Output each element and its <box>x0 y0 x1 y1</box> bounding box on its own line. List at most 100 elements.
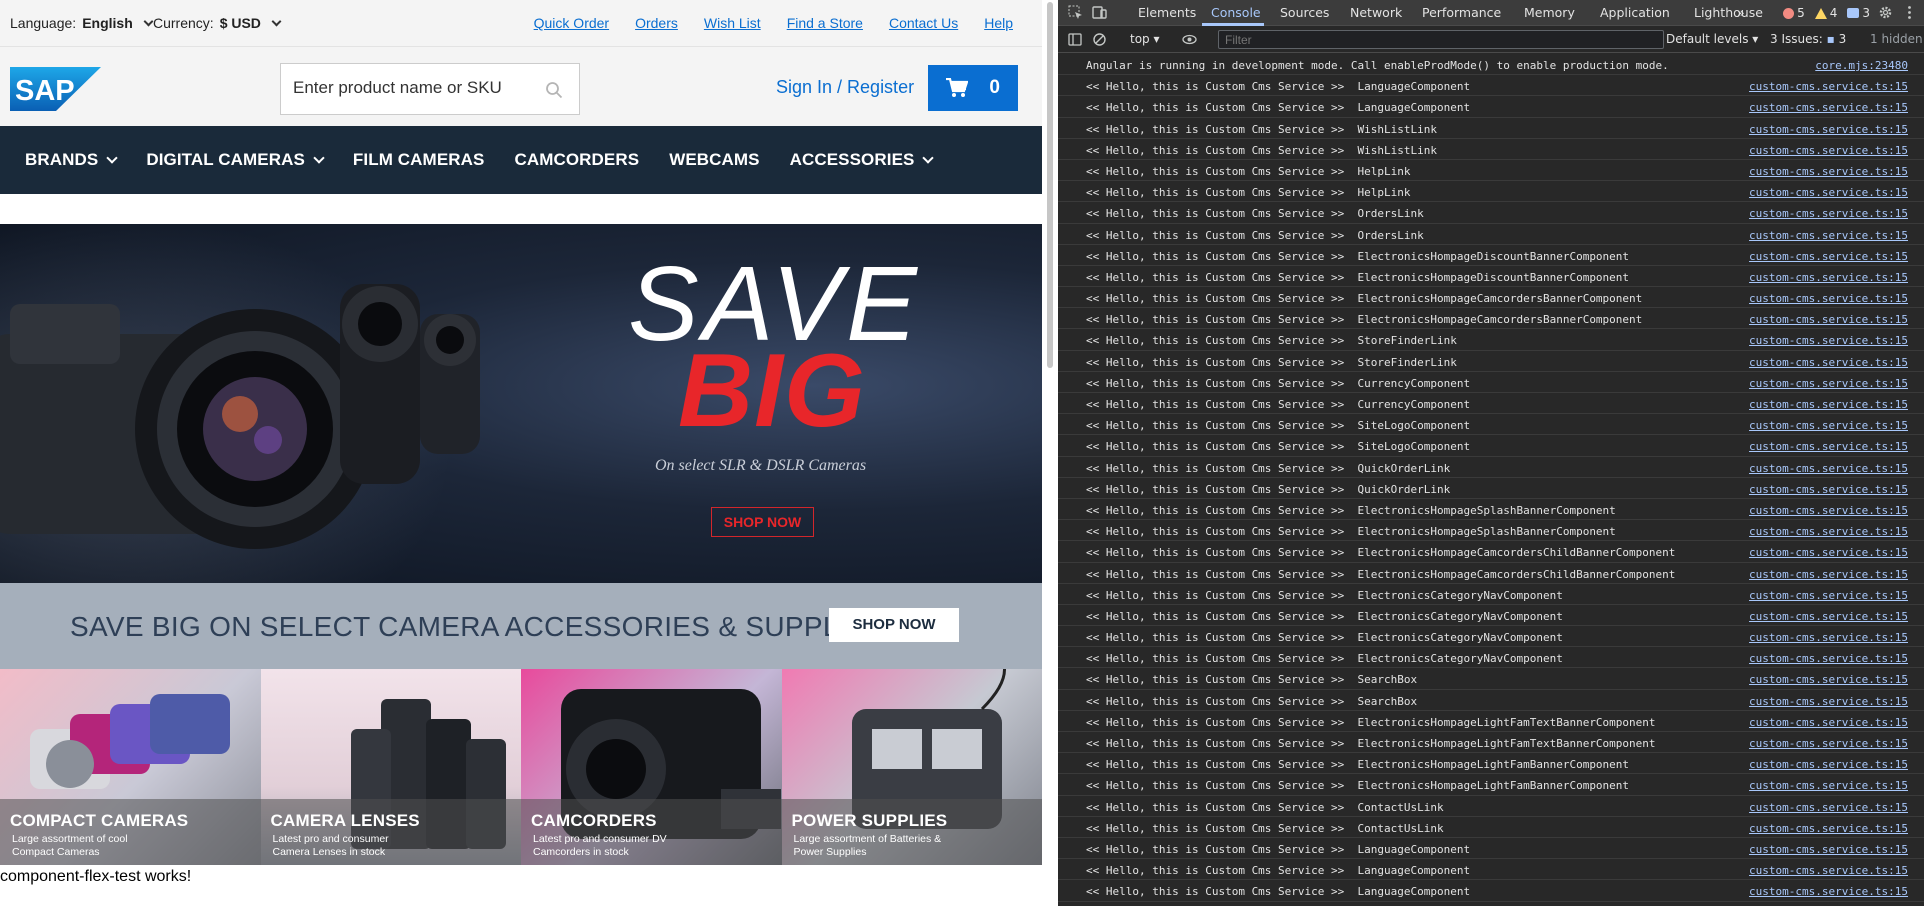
wish-list-link[interactable]: Wish List <box>704 15 761 31</box>
page-scrollbar-thumb[interactable] <box>1047 2 1053 368</box>
search-input[interactable] <box>293 78 523 98</box>
console-source-link[interactable]: custom-cms.service.ts:15 <box>1749 843 1908 856</box>
storefront-page: Language: English Currency: $ USD Quick … <box>0 0 1042 906</box>
console-source-link[interactable]: custom-cms.service.ts:15 <box>1749 229 1908 242</box>
tab-network[interactable]: Network <box>1350 5 1402 20</box>
console-source-link[interactable]: custom-cms.service.ts:15 <box>1749 568 1908 581</box>
console-source-link[interactable]: custom-cms.service.ts:15 <box>1749 652 1908 665</box>
tab-sources[interactable]: Sources <box>1280 5 1329 20</box>
console-source-link[interactable]: custom-cms.service.ts:15 <box>1749 673 1908 686</box>
console-source-link[interactable]: custom-cms.service.ts:15 <box>1749 419 1908 432</box>
tile-camera-lenses[interactable]: CAMERA LENSES Latest pro and consumer Ca… <box>260 669 521 865</box>
context-selector[interactable]: top ▾ <box>1130 32 1160 46</box>
console-source-link[interactable]: custom-cms.service.ts:15 <box>1749 716 1908 729</box>
console-source-link[interactable]: custom-cms.service.ts:15 <box>1749 101 1908 114</box>
console-source-link[interactable]: custom-cms.service.ts:15 <box>1749 186 1908 199</box>
tile-power-supplies[interactable]: POWER SUPPLIES Large assortment of Batte… <box>781 669 1042 865</box>
info-counter[interactable]: 3 <box>1847 6 1870 20</box>
nav-item-brands[interactable]: BRANDS <box>25 150 118 170</box>
more-options-icon[interactable] <box>1902 5 1917 20</box>
warning-counter[interactable]: 4 <box>1814 6 1837 20</box>
console-source-link[interactable]: custom-cms.service.ts:15 <box>1749 250 1908 263</box>
currency-selector[interactable]: Currency: $ USD <box>153 15 282 31</box>
tab-elements[interactable]: Elements <box>1138 5 1196 20</box>
console-source-link[interactable]: custom-cms.service.ts:15 <box>1749 589 1908 602</box>
orders-link[interactable]: Orders <box>635 15 678 31</box>
live-expression-eye-icon[interactable] <box>1182 32 1197 47</box>
console-source-link[interactable]: custom-cms.service.ts:15 <box>1749 864 1908 877</box>
hero-shop-now-button[interactable]: SHOP NOW <box>711 507 814 537</box>
promo-shop-now-button[interactable]: SHOP NOW <box>829 608 959 642</box>
console-source-link[interactable]: custom-cms.service.ts:15 <box>1749 885 1908 898</box>
console-source-link[interactable]: custom-cms.service.ts:15 <box>1749 737 1908 750</box>
promo-banner[interactable]: SAVE BIG ON SELECT CAMERA ACCESSORIES & … <box>0 583 1042 669</box>
console-source-link[interactable]: custom-cms.service.ts:15 <box>1749 292 1908 305</box>
error-counter[interactable]: 5 <box>1783 6 1805 20</box>
quick-order-link[interactable]: Quick Order <box>534 15 609 31</box>
nav-item-label: CAMCORDERS <box>514 150 640 169</box>
console-source-link[interactable]: custom-cms.service.ts:15 <box>1749 334 1908 347</box>
nav-item-digital-cameras[interactable]: DIGITAL CAMERAS <box>146 150 325 170</box>
console-source-link[interactable]: custom-cms.service.ts:15 <box>1749 80 1908 93</box>
console-source-link[interactable]: custom-cms.service.ts:15 <box>1749 440 1908 453</box>
console-source-link[interactable]: custom-cms.service.ts:15 <box>1749 462 1908 475</box>
site-logo[interactable]: SAP <box>10 67 101 111</box>
console-source-link[interactable]: core.mjs:23480 <box>1815 59 1908 72</box>
nav-item-label: WEBCAMS <box>669 150 760 169</box>
splash-banner[interactable]: SAVE BIG On select SLR & DSLR Cameras SH… <box>0 224 1042 583</box>
console-source-link[interactable]: custom-cms.service.ts:15 <box>1749 207 1908 220</box>
log-levels-dropdown[interactable]: Default levels ▾ <box>1666 32 1758 46</box>
tab-lighthouse[interactable]: Lighthouse <box>1694 5 1763 20</box>
nav-item-webcams[interactable]: WEBCAMS <box>669 150 759 170</box>
console-message-row: << Hello, this is Custom Cms Service >> … <box>1058 626 1924 648</box>
nav-item-camcorders[interactable]: CAMCORDERS <box>514 150 639 170</box>
console-source-link[interactable]: custom-cms.service.ts:15 <box>1749 801 1908 814</box>
issues-button[interactable]: 3 Issues: ▪ 3 <box>1770 32 1846 46</box>
mini-cart-button[interactable]: 0 <box>928 65 1018 111</box>
console-source-link[interactable]: custom-cms.service.ts:15 <box>1749 123 1908 136</box>
nav-item-film-cameras[interactable]: FILM CAMERAS <box>353 150 485 170</box>
console-source-link[interactable]: custom-cms.service.ts:15 <box>1749 695 1908 708</box>
language-selector[interactable]: Language: English <box>10 15 154 31</box>
search-icon[interactable] <box>545 81 563 99</box>
console-filter-input[interactable] <box>1218 30 1664 49</box>
tab-application[interactable]: Application <box>1600 5 1670 20</box>
inspect-element-icon[interactable] <box>1068 5 1083 20</box>
clear-console-icon[interactable] <box>1092 32 1107 47</box>
tab-performance[interactable]: Performance <box>1422 5 1501 20</box>
console-message-text: << Hello, this is Custom Cms Service >> … <box>1086 694 1418 708</box>
currency-value: $ USD <box>219 15 261 31</box>
console-source-link[interactable]: custom-cms.service.ts:15 <box>1749 271 1908 284</box>
svg-text:SAP: SAP <box>15 75 75 107</box>
tab-memory[interactable]: Memory <box>1524 5 1575 20</box>
console-source-link[interactable]: custom-cms.service.ts:15 <box>1749 165 1908 178</box>
tile-compact-cameras[interactable]: COMPACT CAMERAS Large assortment of cool… <box>0 669 261 865</box>
console-source-link[interactable]: custom-cms.service.ts:15 <box>1749 504 1908 517</box>
console-source-link[interactable]: custom-cms.service.ts:15 <box>1749 546 1908 559</box>
console-source-link[interactable]: custom-cms.service.ts:15 <box>1749 398 1908 411</box>
console-message-text: << Hello, this is Custom Cms Service >> … <box>1086 758 1630 772</box>
console-source-link[interactable]: custom-cms.service.ts:15 <box>1749 525 1908 538</box>
devtools-counters[interactable]: 5 4 3 <box>1783 6 1870 20</box>
tile-camcorders[interactable]: CAMCORDERS Latest pro and consumer DV Ca… <box>521 669 782 865</box>
tab-console[interactable]: Console <box>1211 5 1261 20</box>
contact-us-link[interactable]: Contact Us <box>889 15 958 31</box>
more-tabs-icon[interactable]: » <box>1737 5 1745 20</box>
device-toolbar-icon[interactable] <box>1092 5 1107 20</box>
sign-in-register-link[interactable]: Sign In / Register <box>776 77 914 98</box>
console-source-link[interactable]: custom-cms.service.ts:15 <box>1749 483 1908 496</box>
nav-item-accessories[interactable]: ACCESSORIES <box>790 150 935 170</box>
console-source-link[interactable]: custom-cms.service.ts:15 <box>1749 356 1908 369</box>
sidebar-toggle-icon[interactable] <box>1068 32 1083 47</box>
find-a-store-link[interactable]: Find a Store <box>787 15 863 31</box>
console-source-link[interactable]: custom-cms.service.ts:15 <box>1749 631 1908 644</box>
settings-gear-icon[interactable] <box>1878 5 1893 20</box>
console-source-link[interactable]: custom-cms.service.ts:15 <box>1749 822 1908 835</box>
console-source-link[interactable]: custom-cms.service.ts:15 <box>1749 610 1908 623</box>
console-source-link[interactable]: custom-cms.service.ts:15 <box>1749 144 1908 157</box>
console-source-link[interactable]: custom-cms.service.ts:15 <box>1749 779 1908 792</box>
console-source-link[interactable]: custom-cms.service.ts:15 <box>1749 377 1908 390</box>
console-source-link[interactable]: custom-cms.service.ts:15 <box>1749 758 1908 771</box>
console-source-link[interactable]: custom-cms.service.ts:15 <box>1749 313 1908 326</box>
help-link[interactable]: Help <box>984 15 1013 31</box>
